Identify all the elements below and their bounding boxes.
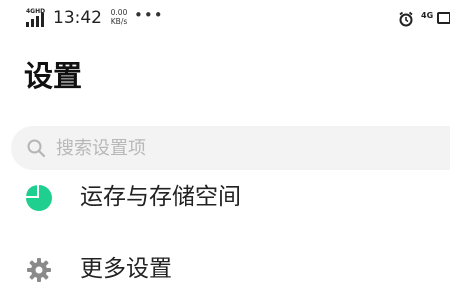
network-type-right: 4G — [421, 11, 434, 20]
settings-item-storage[interactable]: 运存与存储空间 — [0, 173, 450, 223]
search-input[interactable] — [56, 134, 436, 162]
storage-pie-icon — [26, 185, 52, 211]
network-speed: 0.00 KB/s — [107, 8, 131, 26]
settings-item-more[interactable]: 更多设置 — [0, 245, 450, 295]
search-icon — [27, 139, 46, 158]
settings-item-label: 运存与存储空间 — [80, 184, 241, 210]
network-speed-unit: KB/s — [110, 17, 128, 26]
signal-icon: 4GHD — [26, 9, 46, 27]
status-bar: 4GHD 13:42 0.00 KB/s ••• 4G — [0, 0, 450, 36]
battery-icon — [437, 12, 450, 24]
more-notifications-icon: ••• — [134, 6, 164, 24]
gear-icon — [27, 258, 51, 282]
search-box[interactable] — [11, 126, 450, 170]
network-speed-value: 0.00 — [110, 8, 128, 17]
page-title: 设置 — [24, 59, 83, 93]
status-time: 13:42 — [53, 8, 102, 28]
alarm-icon — [399, 11, 413, 27]
settings-item-label: 更多设置 — [80, 256, 172, 282]
